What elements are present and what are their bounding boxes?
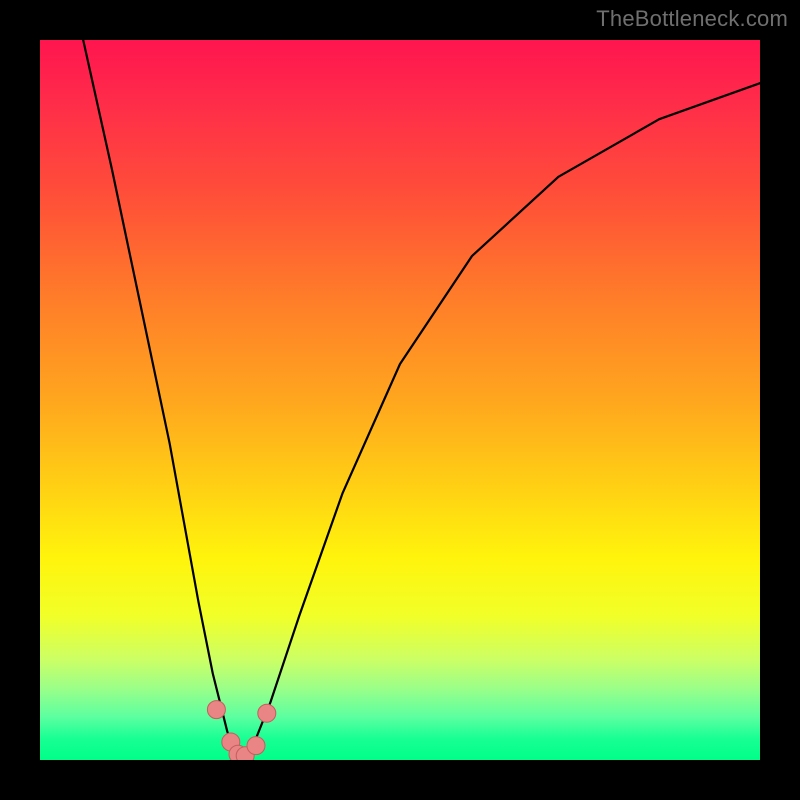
plot-area bbox=[40, 40, 760, 760]
marker-point bbox=[258, 704, 276, 722]
chart-frame: TheBottleneck.com bbox=[0, 0, 800, 800]
marker-point bbox=[247, 737, 265, 755]
watermark-text: TheBottleneck.com bbox=[596, 6, 788, 32]
highlighted-points bbox=[207, 701, 275, 760]
marker-point bbox=[207, 701, 225, 719]
bottleneck-curve bbox=[83, 40, 760, 760]
chart-svg bbox=[40, 40, 760, 760]
